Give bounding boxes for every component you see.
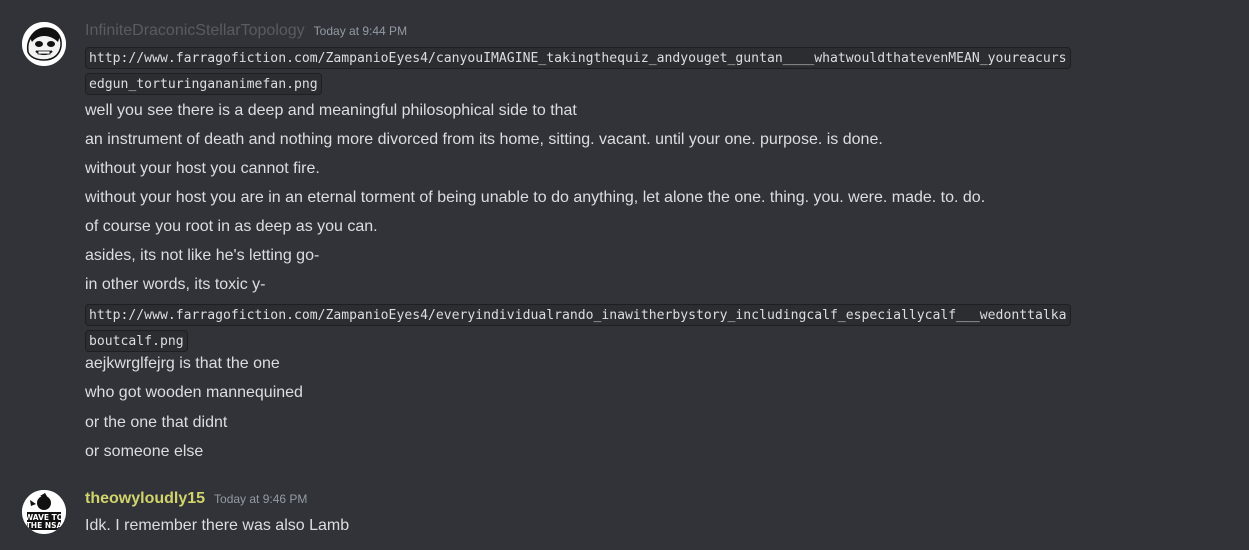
- cartoon-face-avatar-icon: [22, 22, 66, 66]
- code-line: edgun_torturingananimefan.png: [85, 73, 322, 95]
- username[interactable]: InfiniteDraconicStellarTopology: [85, 22, 305, 40]
- message-text: without your host you cannot fire.: [85, 160, 320, 177]
- inline-code-link[interactable]: http://www.farragofiction.com/ZampanioEy…: [85, 303, 1227, 355]
- message-text: well you see there is a deep and meaning…: [85, 102, 577, 119]
- message-text: or the one that didnt: [85, 414, 228, 431]
- message-header: InfiniteDraconicStellarTopology Today at…: [85, 22, 407, 44]
- wave-to-the-nsa-avatar-icon: WAVE TO THE NSA: [22, 490, 66, 534]
- message-text: without your host you are in an eternal …: [85, 189, 986, 206]
- message-header: theowyloudly15 Today at 9:46 PM: [85, 490, 307, 512]
- message-text: in other words, its toxic y-: [85, 276, 266, 293]
- message-text: aejkwrglfejrg is that the one: [85, 355, 280, 372]
- timestamp[interactable]: Today at 9:44 PM: [314, 24, 407, 38]
- username[interactable]: theowyloudly15: [85, 490, 205, 508]
- avatar-text-line: THE NSA: [26, 521, 63, 530]
- code-line: boutcalf.png: [85, 330, 188, 352]
- message-text: an instrument of death and nothing more …: [85, 131, 883, 148]
- message-text: who got wooden mannequined: [85, 384, 303, 401]
- message-text: of course you root in as deep as you can…: [85, 218, 378, 235]
- message-text: or someone else: [85, 443, 204, 460]
- message-text: Idk. I remember there was also Lamb: [85, 517, 350, 534]
- code-line: http://www.farragofiction.com/ZampanioEy…: [85, 304, 1071, 326]
- timestamp[interactable]: Today at 9:46 PM: [214, 492, 307, 506]
- message-text: asides, its not like he's letting go-: [85, 247, 320, 264]
- code-line: http://www.farragofiction.com/ZampanioEy…: [85, 47, 1071, 69]
- inline-code-link[interactable]: http://www.farragofiction.com/ZampanioEy…: [85, 46, 1227, 98]
- user-avatar[interactable]: [22, 22, 66, 66]
- user-avatar[interactable]: WAVE TO THE NSA: [22, 490, 66, 534]
